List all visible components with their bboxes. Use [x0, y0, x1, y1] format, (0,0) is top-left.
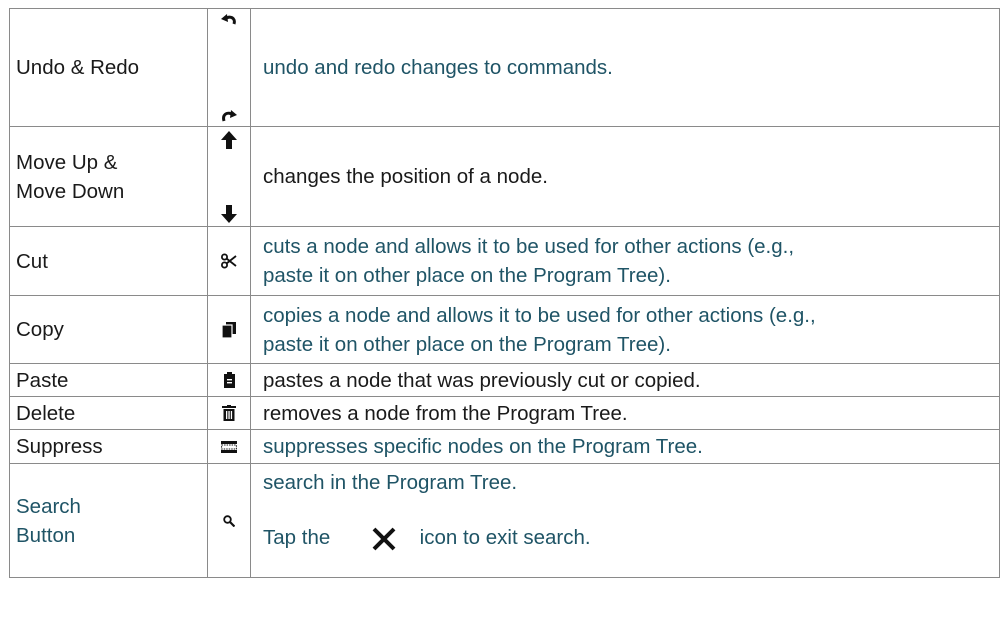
search-icon [223, 514, 235, 527]
table-row: Cut cuts a node and allows it to be used… [9, 226, 1000, 296]
row-description-line: paste it on other place on the Program T… [263, 332, 671, 356]
table-row: Search Button search in the Program Tree… [9, 463, 1000, 578]
row-description-line: Tap the icon to exit search. [263, 523, 999, 552]
icon-cell [207, 463, 251, 578]
row-description: pastes a node that was previously cut or… [250, 363, 1000, 397]
icon-cell [207, 8, 251, 127]
row-name: Delete [9, 396, 208, 430]
icon-cell [207, 295, 251, 364]
table-row: Paste pastes a node that was previously … [9, 363, 1000, 397]
toolbar-reference-table: Undo & Redo undo and redo changes to com [9, 8, 1000, 578]
row-description-line: copies a node and allows it to be used f… [263, 303, 816, 327]
paste-icon [223, 372, 235, 388]
row-description: cuts a node and allows it to be used for… [250, 226, 1000, 296]
row-name: Suppress [9, 429, 208, 464]
row-name: Paste [9, 363, 208, 397]
trash-icon [222, 405, 236, 421]
icon-cell [207, 429, 251, 464]
row-description-line: cuts a node and allows it to be used for… [263, 235, 795, 258]
row-name: Cut [9, 226, 208, 296]
icon-cell [207, 126, 251, 227]
row-description-text: Tap the [263, 526, 331, 549]
table-row: Copy copies a node and allows it to be u… [9, 295, 1000, 364]
row-description-text: icon to exit search. [419, 526, 591, 549]
icon-cell [207, 226, 251, 296]
arrow-down-icon [221, 204, 237, 223]
table-row: Suppress suppresses specific nodes on th… [9, 429, 1000, 464]
row-description: undo and redo changes to commands. [250, 8, 1000, 127]
table-row: Delete removes a node from the Program T… [9, 396, 1000, 430]
row-description: suppresses specific nodes on the Program… [250, 429, 1000, 464]
row-name-line: Move Up & [16, 150, 118, 174]
arrow-up-icon [221, 130, 237, 149]
suppress-icon [221, 440, 237, 453]
table-row: Undo & Redo undo and redo changes to com [9, 8, 1000, 127]
table-row: Move Up & Move Down changes the position… [9, 126, 1000, 227]
scissors-icon [221, 253, 237, 269]
undo-icon [221, 13, 237, 27]
row-name: Undo & Redo [9, 8, 208, 127]
row-name-line: Search [16, 494, 81, 518]
row-description-line: paste it on other place on the Program T… [263, 264, 671, 287]
row-name-line: Move Down [16, 179, 125, 203]
icon-cell [207, 396, 251, 430]
row-description-line: search in the Program Tree. [263, 471, 518, 494]
row-description: removes a node from the Program Tree. [250, 396, 1000, 430]
icon-cell [207, 363, 251, 397]
row-description: changes the position of a node. [250, 126, 1000, 227]
close-icon [372, 527, 396, 551]
row-name: Copy [9, 295, 208, 364]
row-name: Move Up & Move Down [9, 126, 208, 227]
redo-icon [221, 109, 237, 123]
row-name: Search Button [9, 463, 208, 578]
copy-icon [222, 321, 236, 338]
row-name-line: Button [16, 523, 76, 547]
row-description: copies a node and allows it to be used f… [250, 295, 1000, 364]
row-description: search in the Program Tree. Tap the icon… [250, 463, 1000, 578]
